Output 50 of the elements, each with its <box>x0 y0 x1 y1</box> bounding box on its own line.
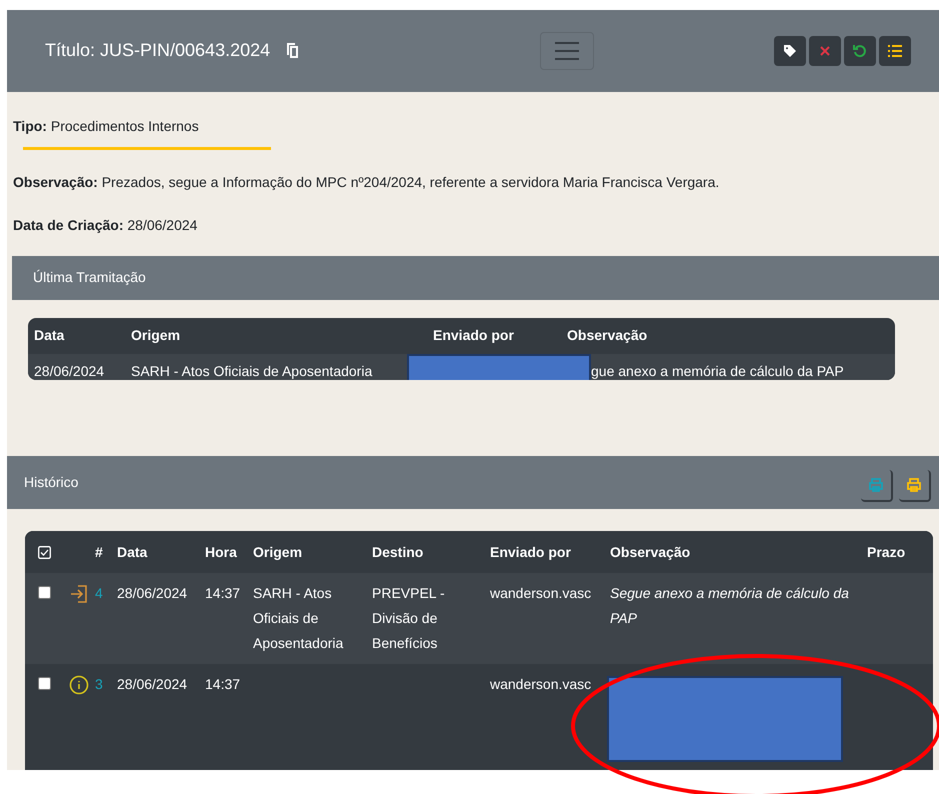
print-button[interactable] <box>899 470 931 502</box>
column-header: Observação <box>610 542 692 562</box>
column-header: Enviado por <box>433 326 515 346</box>
document-title: Título: JUS-PIN/00643.2024 <box>45 39 270 62</box>
check-square-icon[interactable] <box>38 546 51 559</box>
row-number-link[interactable]: 4 <box>95 581 117 606</box>
detail-text: Tipo: Procedimentos Internos <box>13 116 200 136</box>
enter-box-icon <box>69 584 89 604</box>
table-cell-text: SARH - Atos Oficiais de Aposentadoria <box>253 584 344 654</box>
table-cell-text: Segue anexo a memória de cálculo da PAP <box>610 584 850 628</box>
section-title: Histórico <box>24 473 78 492</box>
column-header: Enviado por <box>490 542 572 562</box>
table-cell-text: gue anexo a memória de cálculo da PAP <box>591 362 844 380</box>
row-checkbox[interactable] <box>38 586 51 600</box>
info-icon <box>69 675 89 696</box>
table-cell-text: 28/06/2024 <box>117 584 188 604</box>
column-header: Destino <box>372 542 424 562</box>
column-header: Origem <box>131 326 182 346</box>
print-button[interactable] <box>861 470 893 502</box>
close-icon <box>820 46 830 56</box>
tag-icon <box>783 44 797 58</box>
printer-icon <box>869 478 883 492</box>
column-header: Hora <box>205 542 238 562</box>
list-button[interactable] <box>879 36 911 66</box>
copy-icon[interactable] <box>286 42 300 59</box>
column-header: Data <box>34 326 66 346</box>
column-header: Origem <box>253 542 304 562</box>
table-cell-text: 28/06/2024 <box>117 675 188 694</box>
column-header: Data <box>117 542 148 562</box>
undo-button[interactable] <box>844 36 876 66</box>
list-icon <box>888 44 902 57</box>
table-cell-text: wanderson.vasc <box>490 584 592 604</box>
printer-icon <box>907 478 921 492</box>
table-cell-text: PREVPEL - Divisão de Benefícios <box>372 584 446 654</box>
column-header: Prazo <box>867 542 906 562</box>
table-cell-text: 14:37 <box>205 584 242 604</box>
row-checkbox[interactable] <box>38 677 51 690</box>
row-number-link[interactable]: 3 <box>95 672 117 698</box>
section-title: Última Tramitação <box>33 268 146 288</box>
table-cell-text: SARH - Atos Oficiais de Aposentadoria <box>131 362 374 380</box>
detail-text: Data de Criação: 28/06/2024 <box>13 216 198 233</box>
tag-button[interactable] <box>774 36 806 66</box>
column-header: Observação <box>567 326 648 346</box>
undo-icon <box>853 44 867 58</box>
menu-button[interactable] <box>540 32 594 70</box>
detail-text: Observação: Prezados, segue a Informação do MPC nº204/2024, referente a servidora Maria Francisca Vergara. <box>13 174 720 190</box>
table-cell-text: wanderson.vasc <box>490 675 592 694</box>
table-cell-text: 28/06/2024 <box>34 362 106 380</box>
column-header: # <box>95 542 104 562</box>
table-cell-text: 14:37 <box>205 675 242 694</box>
